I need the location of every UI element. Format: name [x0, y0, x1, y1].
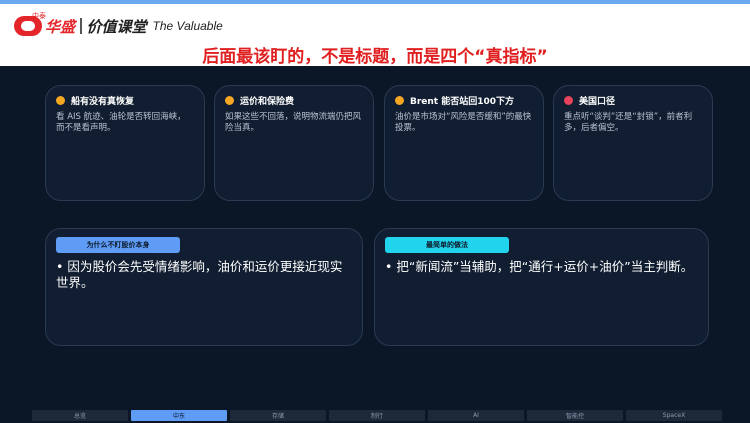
brand-small-text: 中泰 [32, 12, 46, 20]
nav-item[interactable]: AI [428, 410, 524, 421]
nav-item[interactable]: 存储 [230, 410, 326, 421]
card-body: 看 AIS 航迹、油轮是否转回海峡，而不是看声明。 [56, 112, 186, 133]
nav-item[interactable]: 总览 [32, 410, 128, 421]
panel-tag: 为什么不盯股价本身 [56, 237, 180, 253]
card-title: 船有没有真恢复 [56, 94, 194, 107]
nav-item[interactable]: 制行 [329, 410, 425, 421]
indicator-card-us-stance: 美国口径 重点听“谈判”还是“封锁”，前者利多，后者偏空。 [553, 85, 713, 201]
nav-item[interactable]: SpaceX [626, 410, 722, 421]
panel-tag: 最简单的做法 [385, 237, 509, 253]
brand-name: 华盛 [45, 17, 76, 36]
nav-item[interactable]: 智能控 [527, 410, 623, 421]
card-title: 美国口径 [564, 94, 702, 107]
header-bar: 中泰 华盛 价值课堂 The Valuable 后面最该盯的，不是标题，而是四个… [0, 0, 750, 67]
page-title: 后面最该盯的，不是标题，而是四个“真指标” [202, 47, 548, 67]
card-body: 如果这些不回落，说明物流端仍把风险当真。 [225, 112, 362, 133]
course-english-name: The Valuable [152, 19, 223, 33]
status-dot-icon [564, 96, 573, 105]
indicator-card-ships: 船有没有真恢复 看 AIS 航迹、油轮是否转回海峡，而不是看声明。 [45, 85, 205, 201]
status-dot-icon [395, 96, 404, 105]
indicator-card-freight: 运价和保险费 如果这些不回落，说明物流端仍把风险当真。 [214, 85, 374, 201]
card-title-text: 运价和保险费 [240, 97, 295, 107]
card-title-text: 美国口径 [579, 97, 616, 107]
panel-why-not-stock: 为什么不盯股价本身 • 因为股价会先受情绪影响，油价和运价更接近现实世界。 [45, 228, 363, 346]
card-body: 油价是市场对“风险是否缓和”的最快投票。 [395, 112, 532, 133]
course-name: 价值课堂 [86, 17, 147, 36]
card-title: 运价和保险费 [225, 94, 363, 107]
panel-simplest-approach: 最简单的做法 • 把“新闻流”当辅助，把“通行+运价+油价”当主判断。 [374, 228, 709, 346]
card-title-text: 船有没有真恢复 [71, 97, 135, 107]
indicator-card-brent: Brent 能否站回100下方 油价是市场对“风险是否缓和”的最快投票。 [384, 85, 544, 201]
card-body: 重点听“谈判”还是“封锁”，前者利多，后者偏空。 [564, 112, 693, 133]
card-title-text: Brent 能否站回100下方 [410, 97, 515, 107]
status-dot-icon [225, 96, 234, 105]
bottom-nav: 总览 中东 存储 制行 AI 智能控 SpaceX [32, 410, 722, 421]
nav-item[interactable]: 中东 [131, 410, 227, 421]
brand-logo[interactable]: 中泰 华盛 价值课堂 The Valuable [14, 12, 223, 38]
brand-divider [80, 18, 82, 34]
panel-body: • 把“新闻流”当辅助，把“通行+运价+油价”当主判断。 [385, 259, 694, 274]
card-title: Brent 能否站回100下方 [395, 94, 533, 107]
panel-body: • 因为股价会先受情绪影响，油价和运价更接近现实世界。 [56, 259, 343, 290]
status-dot-icon [56, 96, 65, 105]
